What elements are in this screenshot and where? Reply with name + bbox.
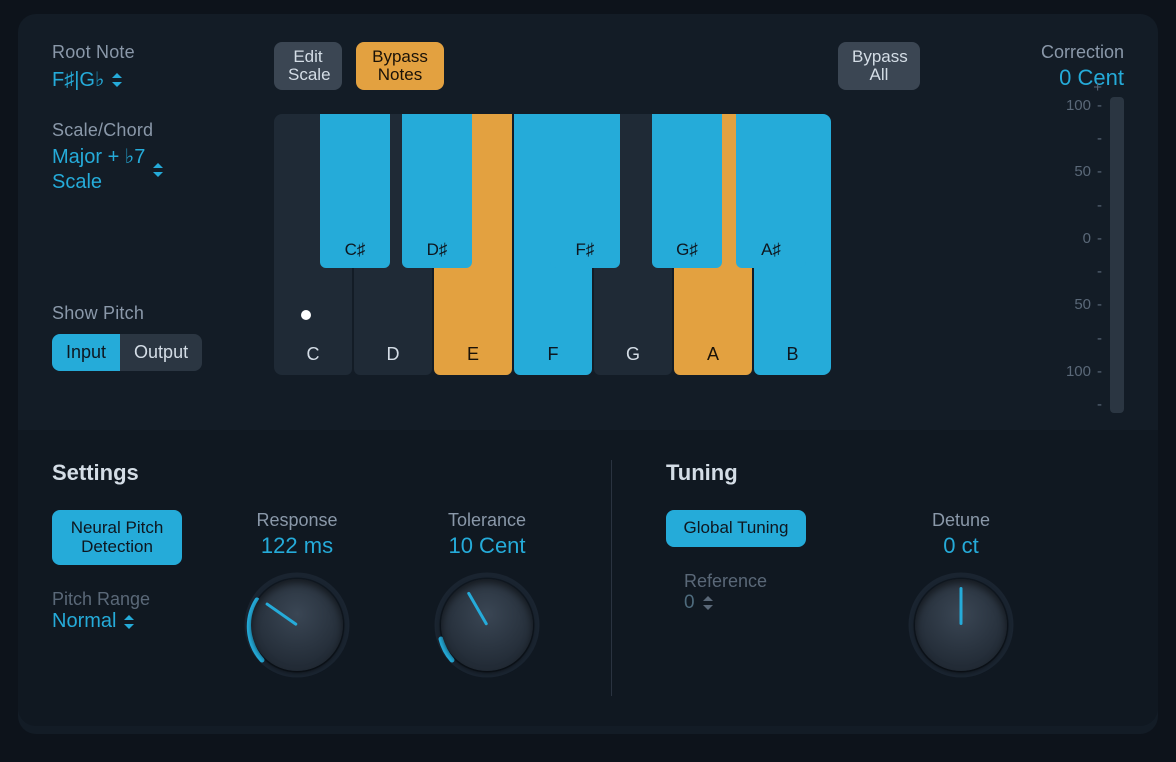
root-note-value: F♯|G♭ [52,67,104,92]
pitch-range-label: Pitch Range [52,589,182,610]
correction-meter [1110,97,1124,413]
chevron-updown-icon [703,596,713,610]
show-pitch-segmented: Input Output [52,334,202,371]
chevron-updown-icon [153,163,163,177]
chevron-updown-icon [124,615,134,629]
response-label: Response [222,510,372,531]
scale-chord-line1: Major + ♭7 [52,146,145,168]
tolerance-knob[interactable] [431,569,543,681]
root-note-label: Root Note [52,42,274,63]
pitch-range-select[interactable]: Normal [52,610,182,633]
bypass-all-button[interactable]: Bypass All [838,42,920,90]
detune-label: Detune [886,510,1036,531]
key-c-sharp[interactable]: C♯ [320,114,390,268]
global-tuning-toggle[interactable]: Global Tuning [666,510,806,547]
key-g-sharp[interactable]: G♯ [652,114,722,268]
show-pitch-label: Show Pitch [52,303,274,324]
correction-label: Correction [982,42,1124,63]
pitch-indicator-dot [301,310,311,320]
reference-select[interactable]: 0 [684,592,806,614]
key-a-sharp[interactable]: A♯ [736,114,806,268]
edit-scale-button[interactable]: Edit Scale [274,42,342,90]
correction-scale: + 100- - 50- - 0- - 50- - 100- - [1062,97,1102,413]
keyboard: C D E F G A B C♯ D♯ F♯ G♯ A♯ [274,114,831,375]
scale-chord-select[interactable]: Major + ♭7 Scale [52,145,274,195]
bypass-notes-button[interactable]: Bypass Notes [356,42,444,90]
settings-title: Settings [52,460,591,486]
scale-chord-label: Scale/Chord [52,120,274,141]
key-f-sharp[interactable]: F♯ [550,114,620,268]
show-pitch-input-button[interactable]: Input [52,334,120,371]
tolerance-value: 10 Cent [412,533,562,559]
detune-value: 0 ct [886,533,1036,559]
tolerance-label: Tolerance [412,510,562,531]
tuning-title: Tuning [666,460,1124,486]
root-note-select[interactable]: F♯|G♭ [52,67,274,92]
response-value: 122 ms [222,533,372,559]
detune-knob[interactable] [905,569,1017,681]
response-knob[interactable] [241,569,353,681]
show-pitch-output-button[interactable]: Output [120,334,202,371]
chevron-updown-icon [112,73,122,87]
reference-label: Reference [684,571,806,592]
neural-pitch-toggle[interactable]: Neural Pitch Detection [52,510,182,565]
scale-chord-line2: Scale [52,171,102,193]
key-d-sharp[interactable]: D♯ [402,114,472,268]
correction-value: 0 Cent [982,65,1124,91]
